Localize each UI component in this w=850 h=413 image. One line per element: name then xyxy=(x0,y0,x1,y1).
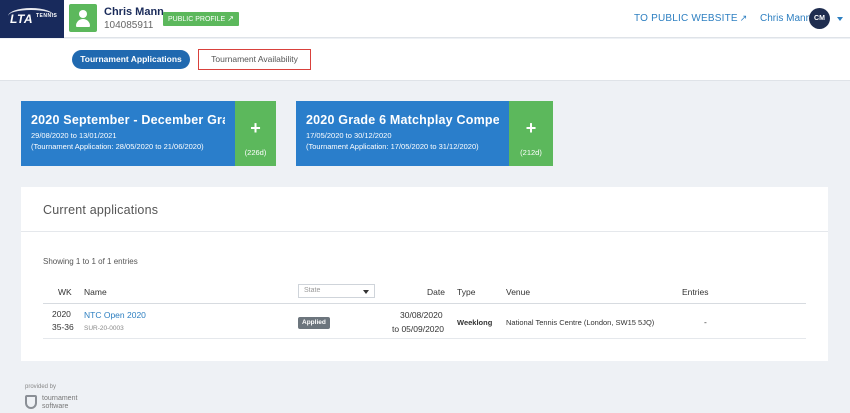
tournament-name-link[interactable]: NTC Open 2020 xyxy=(84,310,146,320)
tab-tournament-applications[interactable]: Tournament Applications xyxy=(72,50,190,69)
tournament-application-window: (Tournament Application: 17/05/2020 to 3… xyxy=(306,142,479,151)
chevron-down-icon xyxy=(363,290,369,294)
status-badge: Applied xyxy=(298,317,330,329)
external-link-icon: ↗ xyxy=(739,13,748,23)
tournament-card[interactable]: 2020 September - December Gra... 29/08/2… xyxy=(21,101,276,166)
days-remaining: (226d) xyxy=(244,148,267,157)
entries-summary: Showing 1 to 1 of 1 entries xyxy=(43,257,138,266)
column-header-type[interactable]: Type xyxy=(457,287,475,297)
tournament-dates: 17/05/2020 to 30/12/2020 xyxy=(306,131,392,140)
row-venue: National Tennis Centre (London, SW15 5JQ… xyxy=(506,318,655,327)
tournament-software-icon xyxy=(25,395,37,409)
tournament-card-info[interactable]: 2020 September - December Gra... 29/08/2… xyxy=(21,101,235,166)
row-date-from: 30/08/2020 xyxy=(400,310,443,320)
lta-logo[interactable]: LTA TENNIS xyxy=(0,0,64,38)
current-applications-panel: Current applications Showing 1 to 1 of 1… xyxy=(21,187,828,361)
tournament-dates: 29/08/2020 to 13/01/2021 xyxy=(31,131,117,140)
column-header-wk[interactable]: WK xyxy=(58,287,72,297)
apply-button[interactable]: + (212d) xyxy=(509,101,553,166)
to-public-website-link[interactable]: TO PUBLIC WEBSITE ↗ xyxy=(634,13,748,24)
state-filter-select[interactable]: State xyxy=(298,284,375,298)
row-year: 2020 xyxy=(52,309,71,319)
account-name[interactable]: Chris Mann xyxy=(760,13,811,24)
footer-brand-line1: tournament xyxy=(42,395,78,402)
state-filter-placeholder: State xyxy=(304,287,321,294)
tournament-application-window: (Tournament Application: 28/05/2020 to 2… xyxy=(31,142,204,151)
row-type: Weeklong xyxy=(457,318,493,327)
row-entries: - xyxy=(704,317,707,327)
user-avatar-icon xyxy=(69,4,97,32)
account-avatar[interactable]: CM xyxy=(809,8,830,29)
column-header-name[interactable]: Name xyxy=(84,287,107,297)
external-link-icon: ↗ xyxy=(227,14,234,23)
days-remaining: (212d) xyxy=(520,148,542,157)
footer-brand-line2: software xyxy=(42,403,69,410)
footer-provided-by: provided by xyxy=(25,384,57,390)
row-date-to: to 05/09/2020 xyxy=(392,324,444,334)
public-profile-label: PUBLIC PROFILE xyxy=(168,16,226,23)
tab-bar: Tournament Applications Tournament Avail… xyxy=(0,39,850,81)
plus-icon: + xyxy=(250,118,261,138)
tournament-card[interactable]: 2020 Grade 6 Matchplay Competi... 17/05/… xyxy=(296,101,553,166)
top-bar: LTA TENNIS Chris Mann 104085911 PUBLIC P… xyxy=(0,0,850,38)
public-profile-button[interactable]: PUBLIC PROFILE ↗ xyxy=(163,12,239,26)
tournament-card-info[interactable]: 2020 Grade 6 Matchplay Competi... 17/05/… xyxy=(296,101,509,166)
tournament-software-logo[interactable]: tournament software xyxy=(42,395,77,411)
panel-title: Current applications xyxy=(43,203,159,217)
row-weeks: 35-36 xyxy=(52,322,74,332)
chevron-down-icon[interactable] xyxy=(837,17,843,21)
logo-text: LTA xyxy=(10,12,34,26)
row-divider xyxy=(43,338,806,339)
plus-icon: + xyxy=(525,118,537,138)
column-header-venue[interactable]: Venue xyxy=(506,287,530,297)
column-header-entries[interactable]: Entries xyxy=(682,287,708,297)
to-public-website-label: TO PUBLIC WEBSITE xyxy=(634,13,738,24)
user-id: 104085911 xyxy=(104,20,154,31)
user-name: Chris Mann xyxy=(104,6,164,18)
table-header-divider xyxy=(43,303,806,304)
divider xyxy=(21,231,828,232)
apply-button[interactable]: + (226d) xyxy=(235,101,276,166)
tournament-title: 2020 September - December Gra... xyxy=(31,113,225,127)
column-header-date[interactable]: Date xyxy=(427,287,445,297)
logo-subtext: TENNIS xyxy=(36,13,58,19)
tab-tournament-availability[interactable]: Tournament Availability xyxy=(198,49,311,70)
tournament-title: 2020 Grade 6 Matchplay Competi... xyxy=(306,113,499,127)
tournament-code: SUR-20-0003 xyxy=(84,325,124,332)
